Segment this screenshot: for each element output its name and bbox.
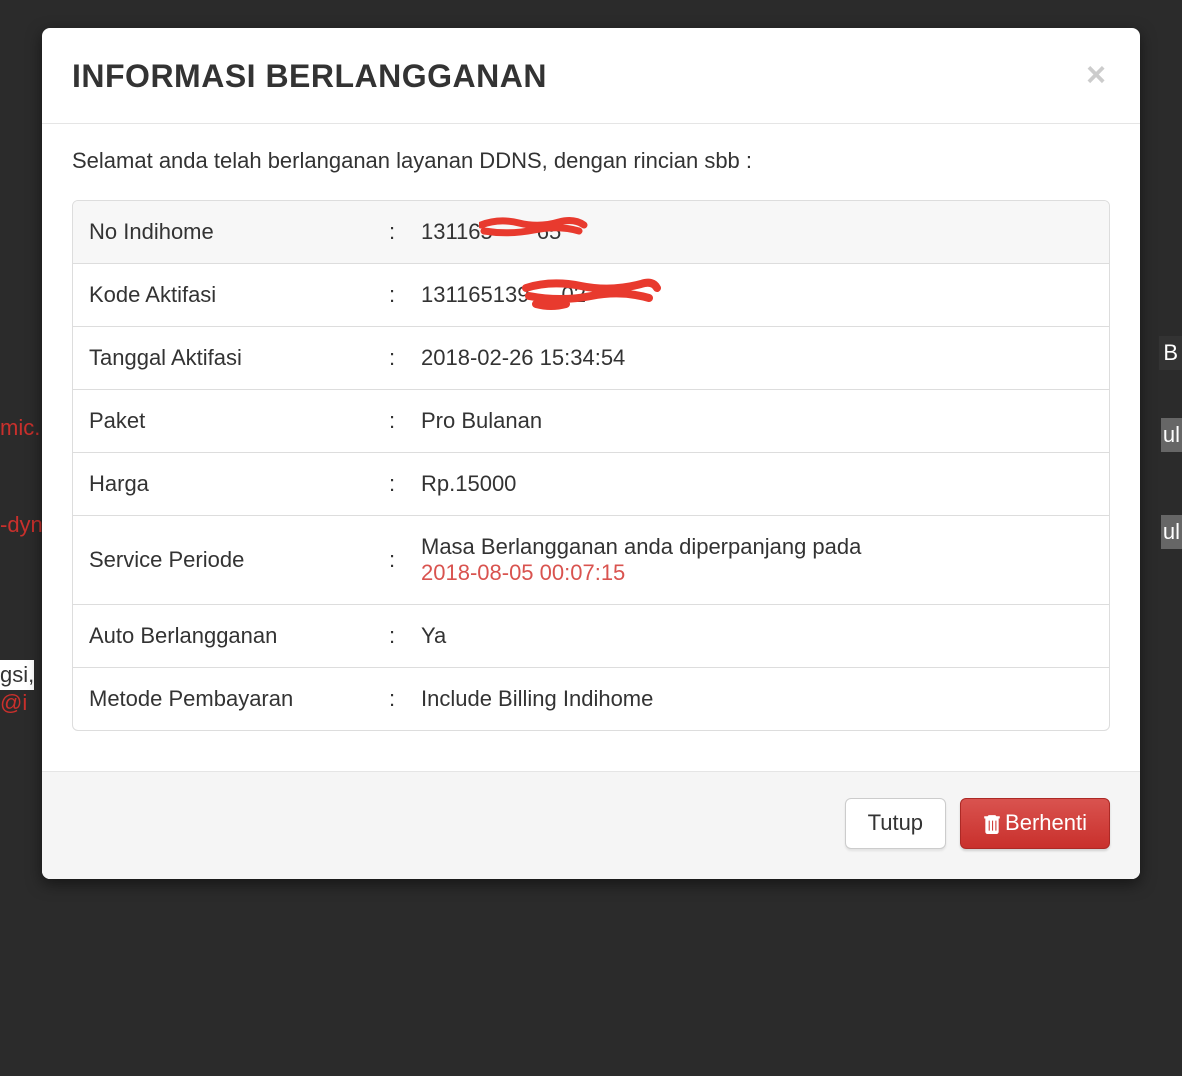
value-tanggal-aktifasi: 2018-02-26 15:34:54 [421,345,1093,371]
colon: : [389,686,421,712]
row-tanggal-aktifasi: Tanggal Aktifasi : 2018-02-26 15:34:54 [73,327,1109,390]
value-auto-berlangganan: Ya [421,623,1093,649]
intro-text: Selamat anda telah berlanganan layanan D… [72,148,1110,174]
modal-body: Selamat anda telah berlanganan layanan D… [42,124,1140,771]
bg-text: mic. [0,415,40,441]
bg-text: ul [1161,515,1182,549]
close-icon-button[interactable]: × [1082,58,1110,92]
row-auto-berlangganan: Auto Berlangganan : Ya [73,605,1109,668]
modal-title: INFORMASI BERLANGGANAN [72,58,547,95]
subscription-details-table: No Indihome : 131165 65 Kode Aktifasi : 1… [72,200,1110,731]
redaction-scribble [479,213,589,243]
value-service-periode: Masa Berlangganan anda diperpanjang pada… [421,534,1093,586]
row-service-periode: Service Periode : Masa Berlangganan anda… [73,516,1109,605]
row-kode-aktifasi: Kode Aktifasi : 131165139 02 [73,264,1109,327]
redaction-scribble [521,274,661,312]
label-service-periode: Service Periode [89,547,389,573]
close-button-label: Tutup [868,809,923,838]
value-kode-aktifasi: 131165139 02 [421,282,1093,308]
label-harga: Harga [89,471,389,497]
label-metode-pembayaran: Metode Pembayaran [89,686,389,712]
label-no-indihome: No Indihome [89,219,389,245]
row-paket: Paket : Pro Bulanan [73,390,1109,453]
label-tanggal-aktifasi: Tanggal Aktifasi [89,345,389,371]
bg-text: -dyn [0,512,43,538]
value-harga: Rp.15000 [421,471,1093,497]
value-paket: Pro Bulanan [421,408,1093,434]
modal-header: INFORMASI BERLANGGANAN × [42,28,1140,124]
stop-button-label: Berhenti [1005,809,1087,838]
value-no-indihome: 131165 65 [421,219,1093,245]
colon: : [389,471,421,497]
row-no-indihome: No Indihome : 131165 65 [73,201,1109,264]
label-paket: Paket [89,408,389,434]
value-prefix: 131165 [421,219,493,244]
colon: : [389,623,421,649]
stop-button[interactable]: Berhenti [960,798,1110,849]
colon: : [389,408,421,434]
label-auto-berlangganan: Auto Berlangganan [89,623,389,649]
value-suffix: 02 [562,282,586,307]
service-periode-text: Masa Berlangganan anda diperpanjang pada [421,534,1093,560]
bg-text: B [1159,336,1182,370]
label-kode-aktifasi: Kode Aktifasi [89,282,389,308]
value-prefix: 131165139 [421,282,530,307]
bg-text: gsi, [0,660,34,690]
colon: : [389,547,421,573]
value-metode-pembayaran: Include Billing Indihome [421,686,1093,712]
close-button[interactable]: Tutup [845,798,946,849]
colon: : [389,219,421,245]
modal-footer: Tutup Berhenti [42,771,1140,879]
subscription-info-modal: INFORMASI BERLANGGANAN × Selamat anda te… [42,28,1140,879]
row-harga: Harga : Rp.15000 [73,453,1109,516]
bg-text: ul [1161,418,1182,452]
colon: : [389,282,421,308]
service-periode-date: 2018-08-05 00:07:15 [421,560,1093,586]
bg-text: @i [0,690,27,716]
value-suffix: 65 [537,219,561,244]
colon: : [389,345,421,371]
close-icon: × [1086,56,1106,94]
trash-icon [983,813,1001,833]
row-metode-pembayaran: Metode Pembayaran : Include Billing Indi… [73,668,1109,730]
